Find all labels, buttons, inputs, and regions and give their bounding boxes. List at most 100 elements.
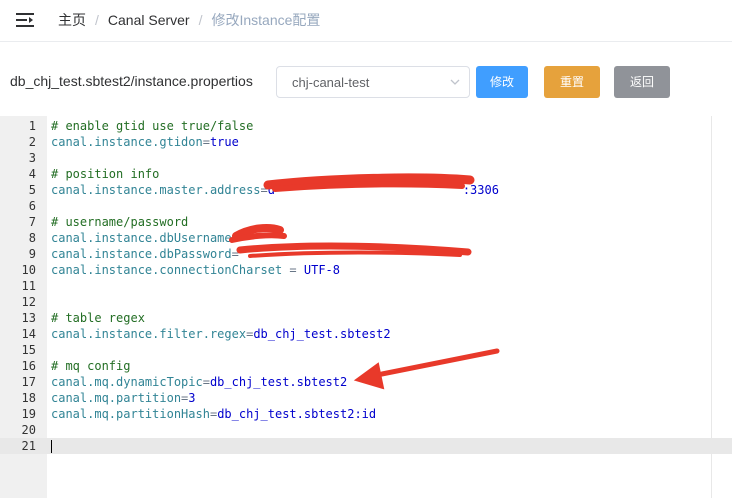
code-text: # position info (51, 166, 159, 182)
line-number: 5 (28, 183, 36, 197)
editor-toolbar: db_chj_test.sbtest2/instance.propertios … (0, 60, 732, 104)
code-line[interactable]: 11 (0, 278, 732, 294)
instance-file-name: db_chj_test.sbtest2/instance.propertios (10, 73, 253, 89)
code-text: canal.instance.master.address=d :3306 (51, 182, 499, 198)
line-number: 13 (21, 311, 36, 325)
code-text: canal.instance.connectionCharset = UTF-8 (51, 262, 340, 278)
edit-button[interactable]: 修改 (476, 66, 528, 98)
code-line[interactable]: 4 # position info (0, 166, 732, 182)
code-line[interactable]: 2 canal.instance.gtidon=true (0, 134, 732, 150)
code-token: canal.instance.dbPassword (51, 247, 232, 261)
line-number: 8 (28, 231, 36, 245)
code-token: db_chj_test.sbtest2:id (217, 407, 377, 421)
code-token: # enable gtid use true/false (51, 119, 254, 133)
code-line[interactable]: 7 # username/password (0, 214, 732, 230)
line-number: 11 (21, 279, 36, 293)
line-number: 15 (21, 343, 36, 357)
code-token: canal.mq.dynamicTopic (51, 375, 203, 389)
code-text: canal.mq.dynamicTopic=db_chj_test.sbtest… (51, 374, 347, 390)
breadcrumb-canal-server[interactable]: Canal Server (108, 12, 190, 28)
code-token: # username/password (51, 215, 189, 229)
code-token: = (231, 231, 239, 245)
line-number: 3 (28, 151, 36, 165)
code-token: = (260, 183, 268, 197)
code-text: canal.mq.partitionHash=db_chj_test.sbtes… (51, 406, 376, 422)
line-number: 20 (21, 423, 36, 437)
code-text: canal.instance.gtidon=true (51, 134, 239, 150)
code-line[interactable]: 12 (0, 294, 732, 310)
text-cursor (51, 440, 52, 453)
code-text: canal.instance.filter.regex=db_chj_test.… (51, 326, 391, 342)
breadcrumb-separator: / (198, 12, 203, 28)
hamburger-icon[interactable] (16, 12, 34, 28)
line-number: 16 (21, 359, 36, 373)
code-line[interactable]: 10 canal.instance.connectionCharset = UTF… (0, 262, 732, 278)
code-line[interactable]: 5 canal.instance.master.address=d :3306 (0, 182, 732, 198)
code-token: db_chj_test.sbtest2 (253, 327, 391, 341)
code-line[interactable]: 18 canal.mq.partition=3 (0, 390, 732, 406)
breadcrumb: 主页 / Canal Server / 修改Instance配置 (58, 12, 320, 28)
code-text: canal.instance.dbUsername= (51, 230, 239, 246)
line-number: 18 (21, 391, 36, 405)
code-token: 3 (188, 391, 196, 405)
line-number: 19 (21, 407, 36, 421)
code-token: = (231, 247, 239, 261)
code-token: canal.instance.dbUsername (51, 231, 232, 245)
code-token: canal.instance.filter.regex (51, 327, 247, 341)
code-text: canal.mq.partition=3 (51, 390, 196, 406)
line-number: 4 (28, 167, 36, 181)
breadcrumb-home[interactable]: 主页 (58, 12, 86, 28)
code-token: = (282, 263, 304, 277)
breadcrumb-separator: / (95, 12, 99, 28)
code-line[interactable]: 8 canal.instance.dbUsername= (0, 230, 732, 246)
code-editor[interactable]: 1 # enable gtid use true/false 2 canal.inst… (0, 116, 732, 498)
code-line[interactable]: 16 # mq config (0, 358, 732, 374)
code-line[interactable]: 13 # table regex (0, 310, 732, 326)
code-token: canal.instance.gtidon (51, 135, 203, 149)
code-text: # table regex (51, 310, 145, 326)
code-token: = (202, 375, 210, 389)
code-token: true (209, 135, 239, 149)
code-token: # mq config (51, 359, 131, 373)
code-line[interactable]: 19 canal.mq.partitionHash=db_chj_test.sbt… (0, 406, 732, 422)
code-token: canal.mq.partitionHash (51, 407, 210, 421)
code-token: canal.instance.master.address (51, 183, 261, 197)
reset-button[interactable]: 重置 (544, 66, 600, 98)
line-number: 6 (28, 199, 36, 213)
code-token: # position info (51, 167, 160, 181)
code-line[interactable]: 15 (0, 342, 732, 358)
code-line[interactable]: 3 (0, 150, 732, 166)
breadcrumb-current: 修改Instance配置 (211, 12, 321, 28)
line-number: 12 (21, 295, 36, 309)
code-text: # mq config (51, 358, 130, 374)
line-number: 17 (21, 375, 36, 389)
code-line[interactable]: 21 (0, 438, 732, 454)
code-text: # enable gtid use true/false (51, 118, 253, 134)
code-line[interactable]: 9 canal.instance.dbPassword= (0, 246, 732, 262)
chevron-down-icon (450, 79, 460, 85)
top-header: 主页 / Canal Server / 修改Instance配置 (0, 0, 732, 42)
code-line[interactable]: 17 canal.mq.dynamicTopic=db_chj_test.sbte… (0, 374, 732, 390)
code-token: # table regex (51, 311, 145, 325)
line-number: 1 (28, 119, 36, 133)
line-number: 14 (21, 327, 36, 341)
code-token: = (202, 135, 210, 149)
code-line[interactable]: 14 canal.instance.filter.regex=db_chj_tes… (0, 326, 732, 342)
code-text: canal.instance.dbPassword= (51, 246, 239, 262)
line-number: 9 (28, 247, 36, 261)
code-line[interactable]: 1 # enable gtid use true/false (0, 118, 732, 134)
line-number: 21 (21, 439, 36, 453)
code-token: canal.instance.connectionCharset (51, 263, 283, 277)
code-text: # username/password (51, 214, 188, 230)
code-line[interactable]: 6 (0, 198, 732, 214)
code-line[interactable]: 20 (0, 422, 732, 438)
line-number: 7 (28, 215, 36, 229)
line-number: 10 (21, 263, 36, 277)
code-token: db_chj_test.sbtest2 (209, 375, 348, 389)
back-button[interactable]: 返回 (614, 66, 670, 98)
code-token: :3306 (462, 183, 499, 197)
line-number: 2 (28, 135, 36, 149)
cluster-select[interactable]: chj-canal-test (276, 66, 470, 98)
code-token: UTF-8 (303, 263, 340, 277)
